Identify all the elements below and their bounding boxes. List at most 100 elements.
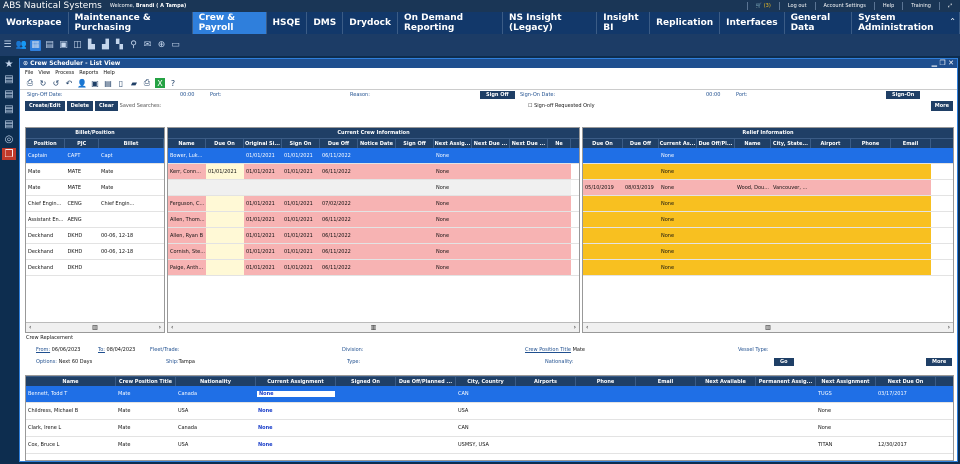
help-icon[interactable]: ? [168, 78, 178, 88]
billet-hscroll[interactable]: ‹ ▥ › [26, 322, 164, 332]
cart-link[interactable]: 🛒 (3) [746, 2, 779, 10]
crew-row[interactable]: Allen, Thom... 01/01/2021 01/01/2021 06/11/… [168, 212, 579, 228]
billet-row[interactable]: Mate MATE Mate [26, 180, 164, 196]
replacement-row[interactable]: Clark, Irene L Mate Canada None CAN None [26, 420, 953, 437]
billet-row[interactable]: Deckhand DKHD [26, 260, 164, 276]
replacement-col-header[interactable]: Name [26, 377, 116, 386]
relief-row[interactable]: None [583, 212, 953, 228]
menu-help[interactable]: Help [103, 70, 114, 76]
col-billet[interactable]: Billet [99, 139, 164, 148]
relief-col-header[interactable]: Due Off [623, 139, 659, 148]
crew-row[interactable]: Cornish, Ste... 01/01/2021 01/01/2021 06/11… [168, 244, 579, 260]
calendar-icon[interactable]: ▦ [30, 39, 41, 51]
replacement-col-header[interactable]: City, Country [456, 377, 516, 386]
crew-col-header[interactable]: Notice Date [358, 139, 396, 148]
col-pjc[interactable]: PJC [65, 139, 99, 148]
billet-row[interactable]: Deckhand DKHD 00-06, 12-18 [26, 244, 164, 260]
billet-row[interactable]: Assistant En... AENG [26, 212, 164, 228]
relief-row[interactable]: None [583, 164, 953, 180]
replacement-col-header[interactable]: Current Assignment [256, 377, 336, 386]
windows-icon[interactable]: ❐ [2, 148, 16, 160]
crew-row[interactable]: Bower, Luk... 01/01/2021 01/01/2021 06/11/2… [168, 148, 579, 164]
crew-row[interactable]: Paige, Anth... 01/01/2021 01/01/2021 06/11/… [168, 260, 579, 276]
relief-row[interactable]: None [583, 148, 953, 164]
billet-row[interactable]: Chief Engin... CENG Chief Engin... [26, 196, 164, 212]
crew-icon[interactable]: 👥 [16, 40, 27, 51]
menu-file[interactable]: File [25, 70, 33, 76]
account-settings-link[interactable]: Account Settings [814, 2, 874, 10]
relief-col-header[interactable]: Airport [811, 139, 851, 148]
replacement-row[interactable]: Childress, Michael B Mate USA None USA None [26, 403, 953, 420]
menu-dms[interactable]: DMS [307, 12, 344, 34]
go-button[interactable]: Go [774, 358, 794, 366]
replacement-col-header[interactable]: Phone [576, 377, 636, 386]
ship-filter[interactable]: Ship:Tampa [166, 359, 195, 365]
relief-row[interactable]: None [583, 228, 953, 244]
stack4-icon[interactable]: ▤ [2, 118, 16, 130]
replacement-row[interactable]: Cox, Bruce L Mate USA None USMSY, USA TITAN 12… [26, 437, 953, 454]
stack1-icon[interactable]: ▤ [2, 73, 16, 85]
monitor-icon[interactable]: ▭ [170, 40, 181, 51]
chart-icon[interactable]: ▙ [86, 40, 97, 51]
relief-col-header[interactable]: Name [735, 139, 771, 148]
crew-col-header[interactable]: Original Si... [244, 139, 282, 148]
replacement-col-header[interactable]: Airports [516, 377, 576, 386]
help-link[interactable]: Help [873, 2, 902, 10]
menu-maintenance[interactable]: Maintenance & Purchasing [69, 12, 193, 34]
payroll-icon[interactable]: ◫ [72, 40, 83, 51]
mail-icon[interactable]: ✉ [142, 40, 153, 51]
crew-col-header[interactable]: Due Off [320, 139, 358, 148]
zoom-icon[interactable]: ⊕ [156, 40, 167, 51]
col-position[interactable]: Position [26, 139, 66, 148]
expand-icon[interactable]: ⤢ [938, 2, 960, 10]
logout-link[interactable]: Log out [778, 2, 815, 10]
delete-button[interactable]: Delete [66, 101, 94, 111]
relief-row[interactable]: 05/10/2019 08/03/2019 None Wood, Dou... Vanc… [583, 180, 953, 196]
stack3-icon[interactable]: ▤ [2, 103, 16, 115]
replacement-col-header[interactable]: Next Assignment [816, 377, 876, 386]
menu-interfaces[interactable]: Interfaces [720, 12, 785, 34]
folder-icon[interactable]: ▰ [129, 78, 139, 88]
replacement-col-header[interactable]: Due Off/Planned ... [396, 377, 456, 386]
lifebuoy-icon[interactable]: ◎ [2, 133, 16, 145]
menu-drydock[interactable]: Drydock [343, 12, 398, 34]
org-icon[interactable]: ⚲ [128, 40, 139, 51]
relief-hscroll[interactable]: ‹ ▥ › [583, 322, 953, 332]
relief-row[interactable]: None [583, 196, 953, 212]
training-link[interactable]: Training [902, 2, 939, 10]
replacement-col-header[interactable]: Nationality [176, 377, 256, 386]
signoff-requested-checkbox[interactable]: ☐ Sign-off Requested Only [528, 103, 595, 109]
chart2-icon[interactable]: ▟ [100, 40, 111, 51]
printer-icon[interactable]: ⎙ [142, 78, 152, 88]
replacement-more-button[interactable]: More [926, 358, 953, 366]
crew-col-header[interactable]: Due On [206, 139, 244, 148]
menu-hsqe[interactable]: HSQE [267, 12, 308, 34]
crew-hscroll[interactable]: ‹ ▥ › [168, 322, 579, 332]
case-icon[interactable]: ▣ [90, 78, 100, 88]
crew-col-header[interactable]: Next Due ... [510, 139, 548, 148]
menu-ns-insight[interactable]: NS Insight (Legacy) [503, 12, 598, 34]
relief-col-header[interactable]: Email [891, 139, 931, 148]
replacement-col-header[interactable]: Email [636, 377, 696, 386]
billet-row[interactable]: Captain CAPT Capt [26, 148, 164, 164]
refresh-icon[interactable]: ↻ [38, 78, 48, 88]
relief-col-header[interactable]: Phone [851, 139, 891, 148]
menu-system-administration[interactable]: System Administration [852, 12, 960, 34]
crew-row[interactable]: None [168, 180, 579, 196]
more-button[interactable]: More [930, 101, 953, 111]
crew-row[interactable]: Allen, Ryan B 01/01/2021 01/01/2021 06/11/2… [168, 228, 579, 244]
collapse-icon[interactable]: ⌃ [949, 17, 956, 26]
create-edit-button[interactable]: Create/Edit [25, 101, 65, 111]
menu-view[interactable]: View [38, 70, 50, 76]
user-icon[interactable]: 👤 [77, 78, 87, 88]
relief-row[interactable]: None [583, 244, 953, 260]
replacement-col-header[interactable]: Signed On [336, 377, 396, 386]
document-icon[interactable]: ▯ [116, 78, 126, 88]
options-filter[interactable]: Options: Next 60 Days [36, 359, 92, 365]
crew-row[interactable]: Kerr, Conn... 01/01/2021 01/01/2021 01/01/2… [168, 164, 579, 180]
print-icon[interactable]: ⎙ [25, 78, 35, 88]
replacement-row[interactable]: Bennett, Todd T Mate Canada None CAN TUGS 03/1… [26, 386, 953, 403]
menu-workspace[interactable]: Workspace [0, 12, 69, 34]
signon-time[interactable]: 00:00 [706, 92, 720, 98]
menu-general-data[interactable]: General Data [785, 12, 853, 34]
